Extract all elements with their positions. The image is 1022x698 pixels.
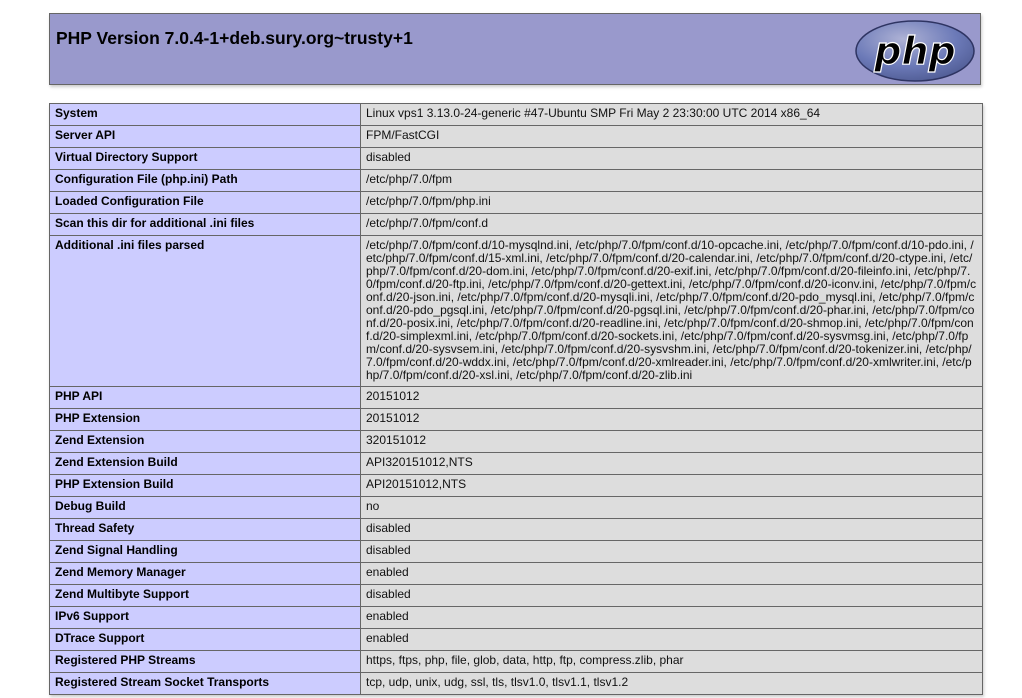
table-row: PHP Extension Build API20151012,NTS	[49, 474, 983, 497]
table-row: Virtual Directory Support disabled	[49, 147, 983, 170]
row-label: Scan this dir for additional .ini files	[49, 213, 361, 236]
row-value: Linux vps1 3.13.0-24-generic #47-Ubuntu …	[360, 103, 983, 126]
row-label: DTrace Support	[49, 628, 361, 651]
row-label: Zend Memory Manager	[49, 562, 361, 585]
row-label: PHP API	[49, 386, 361, 409]
row-value: enabled	[360, 628, 983, 651]
row-label: IPv6 Support	[49, 606, 361, 629]
row-label: Thread Safety	[49, 518, 361, 541]
page-title: PHP Version 7.0.4-1+deb.sury.org~trusty+…	[56, 28, 413, 48]
svg-text:php: php	[873, 29, 955, 73]
row-value: /etc/php/7.0/fpm	[360, 169, 983, 192]
row-value: no	[360, 496, 983, 519]
row-value: https, ftps, php, file, glob, data, http…	[360, 650, 983, 673]
table-row: Zend Multibyte Support disabled	[49, 584, 983, 607]
row-label: PHP Extension	[49, 408, 361, 431]
row-label: Debug Build	[49, 496, 361, 519]
table-row: Debug Build no	[49, 496, 983, 519]
table-row: Registered PHP Streams https, ftps, php, …	[49, 650, 983, 673]
info-table: System Linux vps1 3.13.0-24-generic #47-U…	[49, 103, 983, 695]
table-row: Registered Stream Socket Transports tcp, …	[49, 672, 983, 695]
row-value: enabled	[360, 562, 983, 585]
table-row: Scan this dir for additional .ini files /…	[49, 213, 983, 236]
row-value: disabled	[360, 540, 983, 563]
row-label: Registered PHP Streams	[49, 650, 361, 673]
row-label: System	[49, 103, 361, 126]
row-label: Virtual Directory Support	[49, 147, 361, 170]
php-logo: php	[855, 20, 975, 82]
row-value: API20151012,NTS	[360, 474, 983, 497]
table-row: Zend Memory Manager enabled	[49, 562, 983, 585]
table-row: Zend Signal Handling disabled	[49, 540, 983, 563]
row-value: /etc/php/7.0/fpm/conf.d/10-mysqlnd.ini, …	[360, 235, 983, 387]
table-row: IPv6 Support enabled	[49, 606, 983, 629]
row-label: Zend Extension Build	[49, 452, 361, 475]
table-row: Configuration File (php.ini) Path/etc/ph…	[49, 169, 983, 192]
row-label: Zend Extension	[49, 430, 361, 453]
table-row: PHP API 20151012	[49, 386, 983, 409]
row-value: /etc/php/7.0/fpm/conf.d	[360, 213, 983, 236]
page-header: PHP Version 7.0.4-1+deb.sury.org~trusty+…	[49, 13, 981, 85]
table-row: System Linux vps1 3.13.0-24-generic #47-U…	[49, 103, 983, 126]
table-row: PHP Extension 20151012	[49, 408, 983, 431]
row-label: Server API	[49, 125, 361, 148]
row-value: API320151012,NTS	[360, 452, 983, 475]
row-value: 320151012	[360, 430, 983, 453]
row-label: Zend Signal Handling	[49, 540, 361, 563]
table-row: Thread Safety disabled	[49, 518, 983, 541]
row-value: enabled	[360, 606, 983, 629]
table-row: DTrace Support enabled	[49, 628, 983, 651]
row-label: Zend Multibyte Support	[49, 584, 361, 607]
row-label: Loaded Configuration File	[49, 191, 361, 214]
row-value: tcp, udp, unix, udg, ssl, tls, tlsv1.0, …	[360, 672, 983, 695]
row-value: 20151012	[360, 408, 983, 431]
row-label: PHP Extension Build	[49, 474, 361, 497]
table-row: Additional .ini files parsed/etc/php/7.0…	[49, 235, 983, 387]
row-value: disabled	[360, 584, 983, 607]
table-row: Zend Extension 320151012	[49, 430, 983, 453]
table-row: Loaded Configuration File/etc/php/7.0/fp…	[49, 191, 983, 214]
row-label: Registered Stream Socket Transports	[49, 672, 361, 695]
table-row: Zend Extension Build API320151012,NTS	[49, 452, 983, 475]
row-value: disabled	[360, 147, 983, 170]
row-value: FPM/FastCGI	[360, 125, 983, 148]
row-value: disabled	[360, 518, 983, 541]
row-label: Configuration File (php.ini) Path	[49, 169, 361, 192]
row-label: Additional .ini files parsed	[49, 235, 361, 387]
table-row: Server API FPM/FastCGI	[49, 125, 983, 148]
row-value: /etc/php/7.0/fpm/php.ini	[360, 191, 983, 214]
row-value: 20151012	[360, 386, 983, 409]
